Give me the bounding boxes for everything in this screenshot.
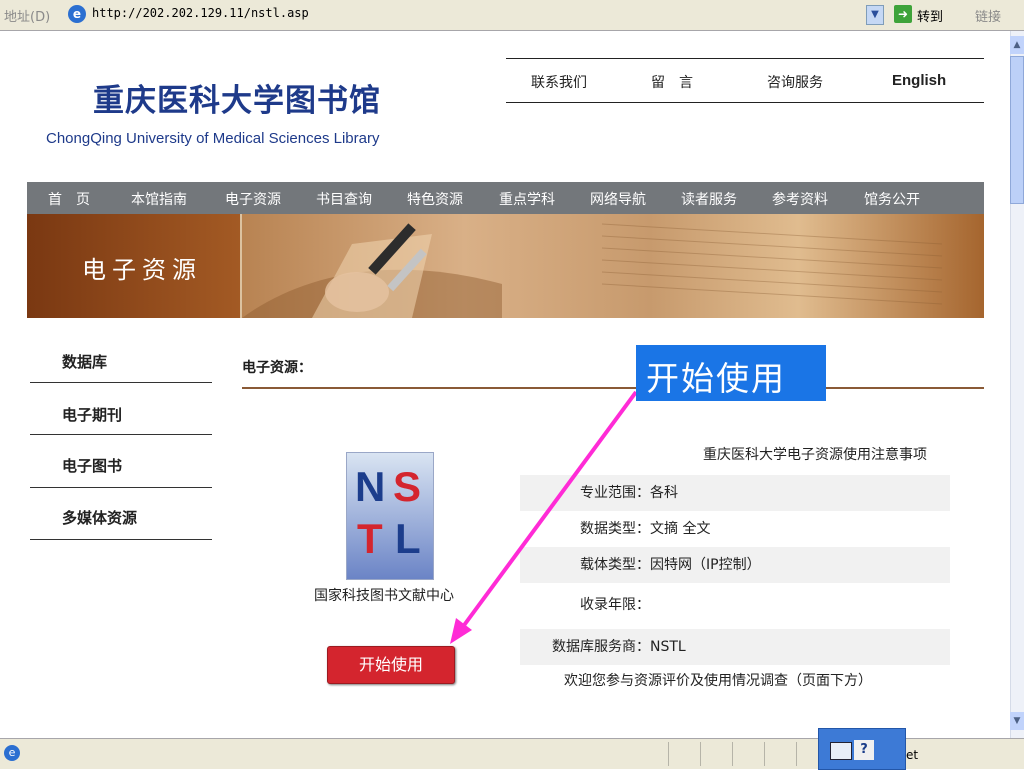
annotation-callout-text: 开始使用	[646, 359, 786, 398]
keyboard-icon[interactable]	[830, 742, 852, 760]
status-separator	[796, 742, 797, 766]
annotation-arrow	[450, 390, 638, 644]
status-separator	[700, 742, 701, 766]
help-icon[interactable]: ?	[854, 740, 874, 760]
status-separator	[668, 742, 669, 766]
status-separator	[732, 742, 733, 766]
page-status-icon: e	[4, 745, 20, 761]
scroll-up-icon[interactable]: ▲	[1010, 36, 1024, 54]
status-zone-text: et	[906, 748, 919, 762]
scroll-thumb[interactable]	[1010, 56, 1024, 204]
scroll-down-icon[interactable]: ▼	[1010, 712, 1024, 730]
status-separator	[764, 742, 765, 766]
